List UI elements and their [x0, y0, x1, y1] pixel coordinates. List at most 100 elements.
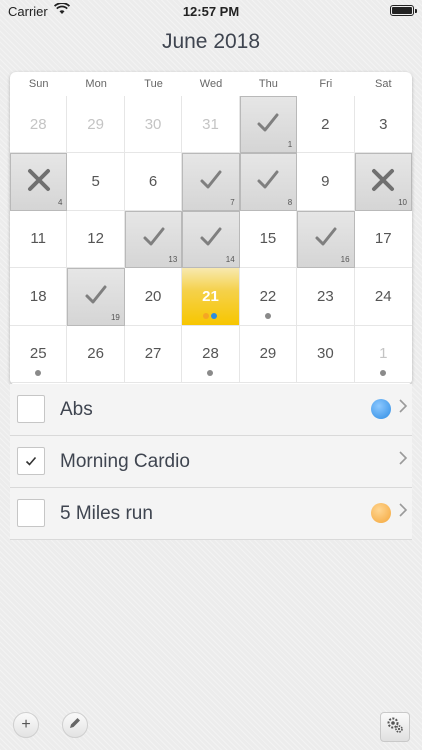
calendar-day[interactable]: 1 [239, 96, 298, 154]
calendar-day[interactable]: 10 [354, 153, 412, 211]
calendar-day[interactable]: 22 [239, 268, 298, 326]
day-number: 26 [87, 345, 104, 363]
calendar-day[interactable]: 1 [354, 325, 412, 383]
habit-color-dot [371, 399, 391, 419]
weekday-label: Tue [144, 78, 163, 90]
day-number: 25 [29, 345, 47, 363]
day-number: 17 [374, 230, 392, 248]
streak-count: 1 [287, 140, 293, 150]
status-bar: Carrier 12:57 PM [0, 0, 422, 22]
streak-count: 10 [398, 197, 407, 207]
day-number: 29 [259, 345, 277, 363]
calendar-day[interactable]: 29 [239, 325, 298, 383]
day-number: 5 [91, 173, 100, 191]
streak-count: 16 [340, 255, 350, 265]
calendar-day[interactable]: 20 [124, 268, 183, 326]
calendar-day[interactable]: 6 [124, 153, 183, 211]
calendar-day[interactable]: 29 [67, 96, 125, 154]
habit-list: Abs Morning Cardio 5 Miles run [10, 384, 412, 540]
checkmark-icon [140, 223, 168, 255]
pencil-icon [68, 716, 82, 735]
habit-checkbox[interactable] [17, 447, 45, 475]
calendar-day[interactable]: 16 [297, 210, 355, 269]
habit-checkbox[interactable] [17, 499, 45, 527]
day-number: 9 [321, 173, 330, 191]
calendar-day[interactable]: 8 [239, 153, 298, 211]
streak-count: 14 [225, 255, 235, 265]
weekday-label: Fri [319, 78, 333, 90]
checkmark-icon [197, 223, 225, 255]
chevron-right-icon [398, 450, 408, 471]
calendar-day[interactable]: 12 [67, 210, 125, 269]
calendar-day[interactable]: 9 [297, 153, 355, 211]
calendar-day[interactable]: 23 [297, 268, 355, 326]
habit-row[interactable]: Abs [10, 384, 412, 436]
checkmark-icon [312, 223, 340, 255]
calendar-day[interactable]: 19 [67, 268, 125, 326]
habit-name: Abs [60, 399, 93, 420]
day-number: 24 [374, 287, 392, 305]
calendar-day[interactable]: 7 [182, 153, 240, 211]
habit-checkbox[interactable] [17, 395, 45, 423]
day-number: 1 [379, 345, 388, 363]
calendar-day[interactable]: 24 [354, 268, 412, 326]
gear-icon [386, 716, 404, 739]
event-dot [380, 369, 387, 376]
calendar-day[interactable]: 15 [239, 210, 298, 269]
day-number: 15 [259, 230, 277, 248]
streak-count: 13 [168, 255, 178, 265]
calendar-day[interactable]: 4 [10, 153, 68, 211]
calendar-day[interactable]: 26 [67, 325, 125, 383]
event-dot [35, 369, 42, 376]
calendar-day[interactable]: 13 [124, 210, 183, 269]
day-number: 29 [87, 115, 104, 133]
day-number: 18 [29, 287, 47, 305]
checkmark-icon [82, 281, 110, 313]
plus-icon: + [21, 716, 31, 733]
habit-row[interactable]: Morning Cardio [10, 436, 412, 488]
chevron-right-icon [398, 502, 408, 523]
streak-count: 8 [287, 197, 293, 207]
cross-icon [369, 166, 397, 198]
calendar: Sun Mon Tue Wed Thu Fri Sat 28 29 30 31 1 2 3 4 5 6 7 8 9 1… [10, 72, 412, 385]
calendar-day[interactable]: 11 [10, 210, 68, 269]
event-dot [207, 369, 214, 376]
calendar-day[interactable]: 17 [354, 210, 412, 269]
calendar-day[interactable]: 5 [67, 153, 125, 211]
streak-count: 19 [110, 312, 120, 322]
streak-count: 7 [230, 197, 235, 207]
day-number: 27 [144, 345, 162, 363]
day-number: 31 [202, 115, 219, 133]
streak-count: 4 [57, 197, 63, 207]
habit-row[interactable]: 5 Miles run [10, 488, 412, 540]
calendar-day-today[interactable]: 21 [182, 268, 240, 326]
habit-color-dot [211, 312, 218, 319]
calendar-day[interactable]: 28 [10, 96, 68, 154]
day-number: 21 [202, 287, 219, 305]
add-habit-button[interactable]: + [13, 712, 39, 738]
cross-icon [25, 166, 53, 198]
calendar-day[interactable]: 28 [182, 325, 240, 383]
clock: 12:57 PM [182, 4, 240, 19]
checkmark-icon [197, 166, 225, 198]
habit-name: Morning Cardio [60, 451, 190, 472]
weekday-label: Sun [28, 78, 49, 90]
day-number: 12 [87, 230, 104, 248]
calendar-day[interactable]: 3 [354, 96, 412, 154]
calendar-day[interactable]: 2 [297, 96, 355, 154]
calendar-day[interactable]: 27 [124, 325, 183, 383]
weekday-label: Sat [374, 78, 392, 90]
calendar-day[interactable]: 25 [10, 325, 68, 383]
edit-button[interactable] [62, 712, 88, 738]
calendar-day[interactable]: 31 [182, 96, 240, 154]
day-number: 2 [321, 115, 330, 133]
settings-button[interactable] [380, 712, 410, 742]
calendar-day[interactable]: 14 [182, 210, 240, 269]
day-number: 30 [317, 345, 334, 363]
calendar-day[interactable]: 30 [124, 96, 183, 154]
day-number: 28 [202, 345, 219, 363]
calendar-day[interactable]: 30 [297, 325, 355, 383]
day-number: 23 [317, 287, 334, 305]
calendar-day[interactable]: 18 [10, 268, 68, 326]
checkmark-icon [254, 166, 282, 198]
